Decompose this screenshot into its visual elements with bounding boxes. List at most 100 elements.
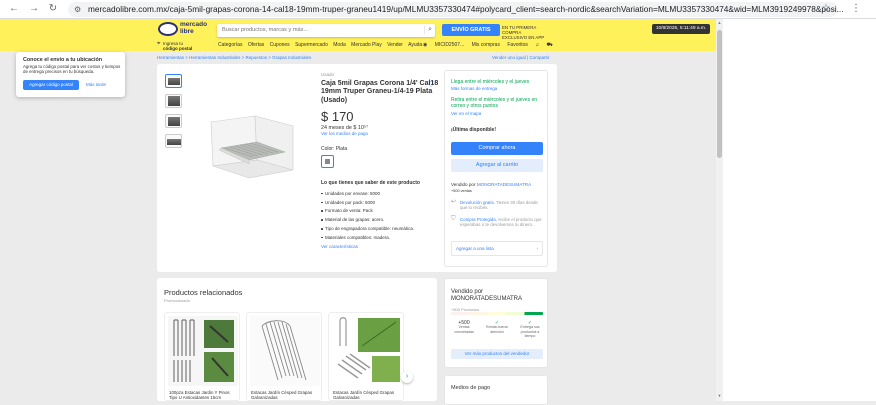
related-item[interactable]: Estacas Jardín Césped Grapas Galvanizada… [246, 312, 322, 401]
feature-item: Materiales compatibles: madera. [321, 235, 441, 240]
feature-item: Unidades por envase: 5000 [321, 191, 441, 196]
gallery-thumb-3[interactable] [165, 114, 182, 128]
user-avatar-icon[interactable]: ◉ [423, 42, 427, 48]
color-label: Color: Plata [321, 145, 348, 152]
related-item-image [250, 316, 320, 386]
nav-categorias[interactable]: Categorías [218, 42, 242, 48]
favorite-heart-icon[interactable]: ♡ [427, 79, 435, 90]
nav-vender[interactable]: Vender [387, 42, 403, 48]
add-to-cart-button[interactable]: Agregar al carrito [451, 159, 543, 172]
features-title: Lo que tienes que saber de este producto [321, 179, 420, 186]
related-item[interactable]: 100pza Estacas Jardin Y Pinos Tipo U Ant… [164, 312, 240, 401]
seller-link[interactable]: MONORATADESUMATRA [477, 182, 531, 187]
bookmark-star-icon[interactable]: ☆ [820, 3, 832, 15]
mercadolibre-logo[interactable]: mercado libre [158, 21, 207, 38]
product-image[interactable] [197, 86, 307, 196]
bell-icon[interactable]: ♫ [535, 42, 539, 48]
search-icon[interactable]: ⌕ [424, 26, 432, 34]
nav-mercado-play[interactable]: Mercado Play [351, 42, 382, 48]
color-swatch[interactable] [321, 154, 334, 168]
date-badge: 10/8/2025, 5:11:49 a.m. [652, 24, 710, 34]
gallery-thumb-4[interactable] [165, 134, 182, 148]
scroll-down-icon[interactable]: ▼ [716, 393, 723, 398]
search-box[interactable]: ⌕ [217, 24, 435, 37]
related-item-title: 100pza Estacas Jardin Y Pinos Tipo U Ant… [169, 390, 230, 400]
later-button[interactable]: Más tarde [86, 80, 106, 90]
site-header: mercado libre ⌕ ENVÍO GRATIS EN TU PRIME… [0, 19, 716, 51]
back-icon[interactable]: ← [8, 3, 20, 15]
seller-stat: ✓ Entrega sus productos a tiempo [520, 320, 540, 338]
nav-cupones[interactable]: Cupones [270, 42, 290, 48]
related-title: Productos relacionados [164, 288, 243, 297]
buy-now-button[interactable]: Comprar ahora [451, 142, 543, 155]
free-shipping-promo[interactable]: ENVÍO GRATIS EN TU PRIMERA COMPRA EXCLUS… [442, 24, 554, 40]
gallery-thumb-1[interactable] [165, 74, 182, 88]
condition-label: Usado [321, 72, 335, 77]
sell-share-links[interactable]: Vender uno igual | Compartir [492, 55, 549, 60]
related-item-title: Estacas Jardín Césped Grapas Galvanizada… [333, 390, 395, 400]
site-info-icon[interactable]: ⚙ [74, 5, 81, 14]
forward-icon[interactable]: → [28, 3, 40, 15]
scrollbar-thumb[interactable] [717, 30, 722, 158]
related-item-title: Estacas Jardín Césped Grapas Galvanizada… [251, 390, 313, 400]
browser-menu-icon[interactable]: ⋮ [850, 3, 862, 15]
chevron-right-icon: › [536, 246, 539, 251]
feature-item: Material de las grapas: acero. [321, 217, 441, 222]
location-popup: Conoce el envío a tu ubicación Agrega tu… [16, 52, 125, 97]
nav-moda[interactable]: Moda [333, 42, 346, 48]
feature-item: Formato de venta: Pack [321, 208, 441, 213]
address-bar[interactable]: ⚙ mercadolibre.com.mx/caja-5mil-grapas-c… [68, 2, 844, 17]
add-postal-code-button[interactable]: Agregar código postal [23, 80, 79, 90]
reputation-bar [451, 312, 543, 315]
product-title: Caja 5mil Grapas Corona 1/4' Cal18 19mm … [321, 80, 439, 104]
seller-stat: +500 Ventas concretadas [454, 320, 474, 334]
related-subtitle: Promocionado [164, 298, 190, 303]
seller-stat: ✓ Brinda buena atención [486, 320, 508, 334]
related-products: Productos relacionados Promocionado 100p… [157, 278, 437, 401]
promo-text-2: EXCLUSIVO EN APP [502, 35, 545, 40]
product-info: Usado Caja 5mil Grapas Corona 1/4' Cal18… [321, 72, 441, 249]
blank-area [723, 19, 876, 401]
map-link[interactable]: Ver en el mapa [451, 111, 481, 116]
shield-icon: ⛉ [451, 216, 456, 222]
logo-bottom-text: libre [180, 27, 194, 35]
related-item[interactable]: Estacas Jardín Césped Grapas Galvanizada… [328, 312, 404, 401]
location-pin-icon: ⌖ [157, 41, 161, 47]
payment-methods-title: Medios de pago [451, 385, 491, 391]
popup-title: Conoce el envío a tu ubicación [23, 57, 103, 63]
delivery-info-2: Retira entre el miércoles y el jueves en… [451, 97, 538, 109]
user-nav: ◉ MICID2507... Mis compras Favoritos ♫ ⛟ [423, 42, 559, 49]
reload-icon[interactable]: ↻ [47, 3, 59, 15]
nav-supermercado[interactable]: Supermercado [295, 42, 328, 48]
delivery-info-1: Llega entre el miércoles y el jueves [451, 79, 530, 85]
protected-purchase: ⛉ Compra Protegida, recibe el producto q… [451, 216, 542, 227]
carousel-next-button[interactable]: › [401, 371, 413, 383]
buy-box: Llega entre el miércoles y el jueves Más… [444, 70, 548, 267]
search-input[interactable] [222, 27, 412, 33]
payment-methods-link[interactable]: Ver los medios de pago [321, 131, 441, 136]
add-to-list-button[interactable]: Agregar a una lista › [451, 241, 543, 256]
nav-mis-compras[interactable]: Mis compras [472, 42, 500, 48]
return-icon: ↩ [451, 199, 457, 205]
scroll-up-icon[interactable]: ▲ [716, 20, 723, 25]
promo-badge: ENVÍO GRATIS [442, 24, 500, 36]
related-item-image [168, 316, 238, 386]
seller-card: Vendido por MONORATADESUMATRA +500 Produ… [444, 278, 548, 368]
nav-favoritos[interactable]: Favoritos [507, 42, 528, 48]
features-link[interactable]: Ver características [321, 244, 441, 249]
delivery-options-link[interactable]: Más formas de entrega [451, 86, 497, 91]
nav-ofertas[interactable]: Ofertas [248, 42, 264, 48]
nav-ayuda[interactable]: Ayuda [408, 42, 422, 48]
handshake-icon [158, 22, 178, 36]
cart-icon[interactable]: ⛟ [546, 42, 552, 48]
feature-item: Tipo de engrapadora compatible: neumátic… [321, 226, 441, 231]
nav-account[interactable]: MICID2507... [435, 42, 464, 48]
promo-text-1: EN TU PRIMERA COMPRA [502, 25, 537, 35]
related-item-image [332, 316, 402, 386]
gallery-thumb-2[interactable] [165, 94, 182, 108]
breadcrumb[interactable]: Herramientas > Herramientas Industriales… [157, 55, 311, 60]
features-list: Unidades por envase: 5000 Unidades por p… [321, 191, 441, 240]
product-price: $ 170 [321, 108, 354, 124]
location-selector[interactable]: Ingresa tu código postal [163, 41, 192, 51]
seller-products-button[interactable]: Ver más productos del vendedor [451, 349, 543, 359]
